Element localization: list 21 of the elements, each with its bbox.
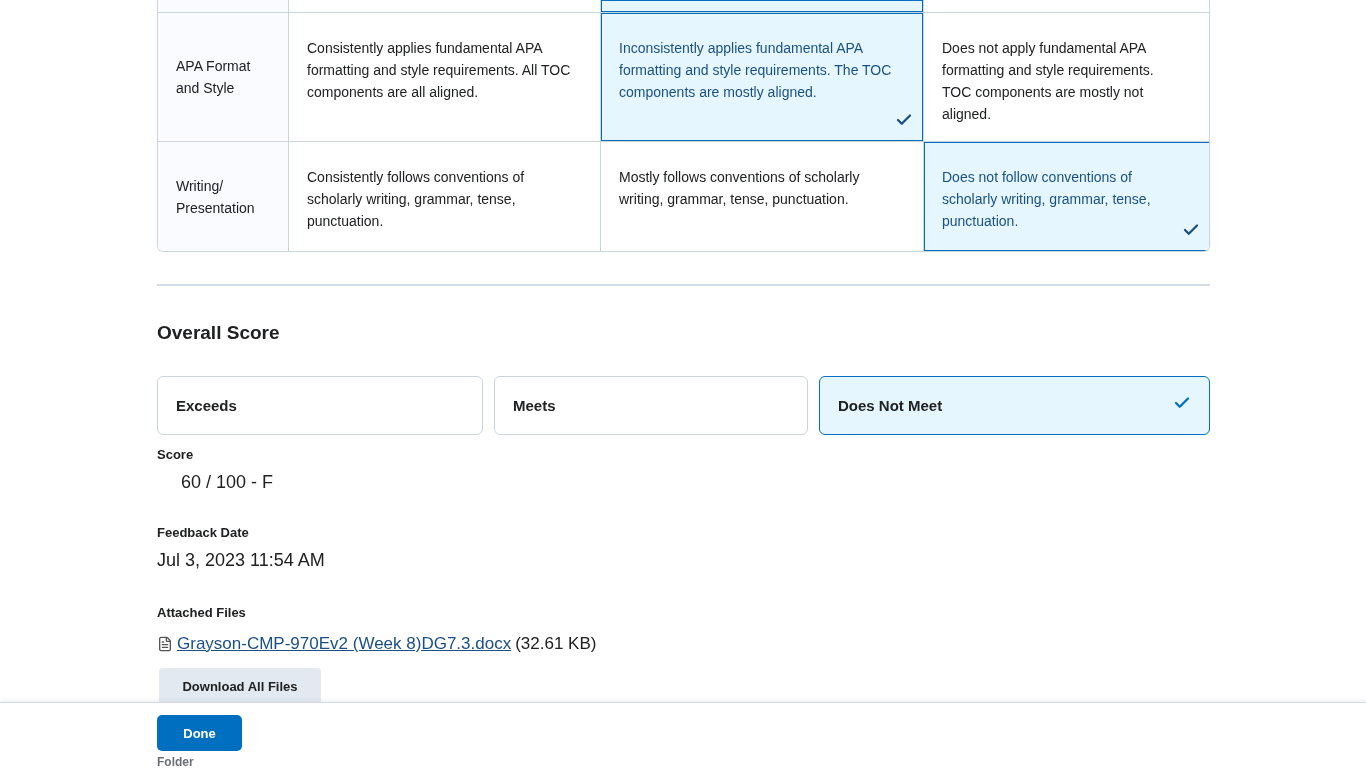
field-label: Feedback Date xyxy=(157,525,250,540)
field-label: Attached Files xyxy=(157,605,247,620)
score-option[interactable]: Meets xyxy=(494,376,808,435)
file-size: (32.61 KB) xyxy=(515,634,597,654)
download-button[interactable]: Download All Files xyxy=(159,668,321,704)
criterion-cell: Writing/ Presentation xyxy=(158,141,289,251)
field-label: Score xyxy=(157,447,195,462)
date-value: Jul 3, 2023 11:54 AM xyxy=(157,550,326,571)
criterion-cell: APA Format and Style xyxy=(158,12,289,141)
score-option[interactable]: Does Not Meet xyxy=(819,376,1210,435)
done-button[interactable]: Done xyxy=(157,715,242,751)
rubric-level-cell[interactable]: Inconsistently applies fundamental APA formatting and style requirements. The TOC components are mostly aligned. xyxy=(601,12,924,141)
rubric-level-cell[interactable] xyxy=(601,0,924,12)
score-option[interactable]: Exceeds xyxy=(157,376,483,435)
file-link[interactable]: Grayson-CMP-970Ev2 (Week 8)DG7.3.docx xyxy=(177,634,512,654)
section-title: Overall Score xyxy=(157,322,281,344)
rubric-level-cell[interactable]: Consistently follows conventions of scholarly writing, grammar, tense, punctuation. xyxy=(289,141,601,251)
document-icon xyxy=(157,636,173,652)
score-value: 60 / 100 - F xyxy=(180,472,275,493)
rubric-level-cell[interactable]: Does not follow conventions of scholarly writing, grammar, tense, punctuation. xyxy=(924,141,1209,251)
field-label: Folder xyxy=(157,756,194,768)
